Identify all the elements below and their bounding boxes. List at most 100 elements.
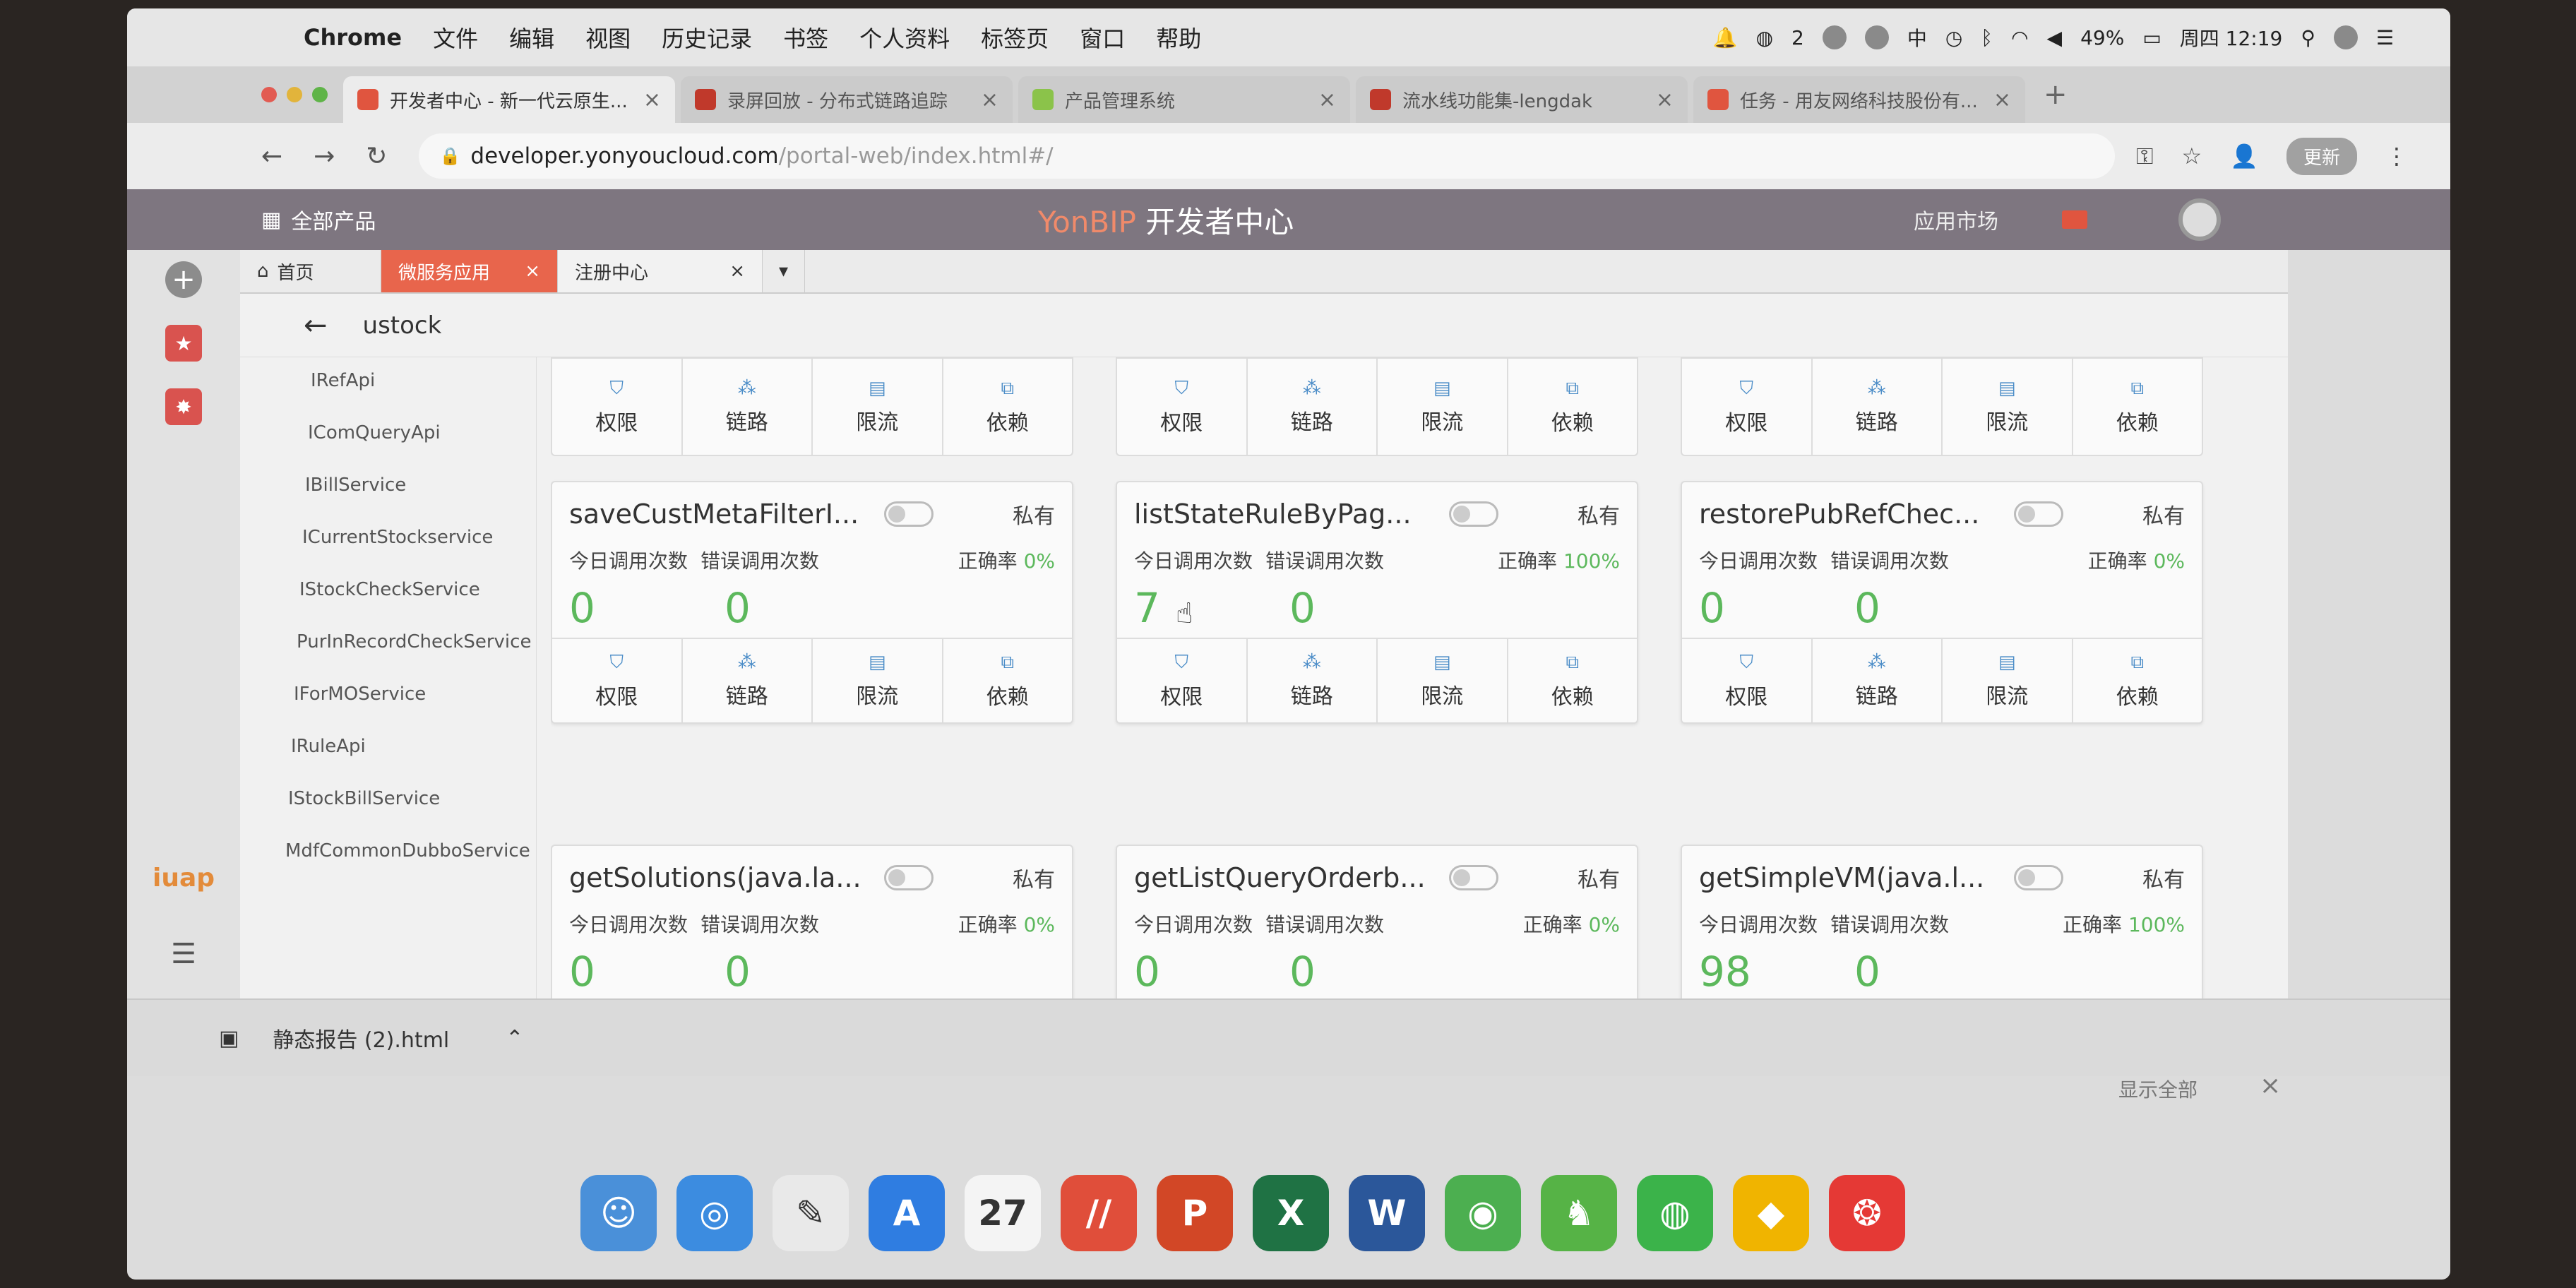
close-tab-icon[interactable]: × bbox=[643, 88, 661, 112]
chrome-icon[interactable]: ◉ bbox=[1445, 1175, 1521, 1251]
private-toggle[interactable] bbox=[1449, 501, 1498, 527]
menu-history[interactable]: 历史记录 bbox=[662, 21, 752, 54]
permission-button[interactable]: ⛉ 权限 bbox=[552, 359, 683, 455]
chevron-up-icon[interactable]: ⌃ bbox=[506, 1026, 523, 1051]
menu-bookmarks[interactable]: 书签 bbox=[783, 21, 828, 54]
app-market-link[interactable]: 应用市场 bbox=[1914, 204, 1998, 235]
address-bar[interactable]: 🔒 developer.yonyoucloud.com /portal-web/… bbox=[418, 133, 2116, 179]
ratelimit-button[interactable]: ▤ 限流 bbox=[1378, 639, 1508, 722]
browser-tab[interactable]: 流水线功能集-lengdak × bbox=[1356, 76, 1688, 123]
key-icon[interactable]: ⚿ bbox=[2136, 143, 2153, 170]
api-name[interactable]: getSolutions(java.la... bbox=[569, 862, 866, 893]
menu-help[interactable]: 帮助 bbox=[1156, 21, 1201, 54]
wechat-icon[interactable]: ◍ bbox=[1637, 1175, 1713, 1251]
close-tab-icon[interactable]: × bbox=[1993, 88, 2011, 112]
user-avatar[interactable] bbox=[2178, 198, 2221, 241]
excel-icon[interactable]: X bbox=[1253, 1175, 1329, 1251]
app-red-icon[interactable]: ❂ bbox=[1829, 1175, 1905, 1251]
dependency-button[interactable]: ⧉ 依赖 bbox=[1508, 639, 1638, 722]
close-downloads-icon[interactable]: × bbox=[2260, 1071, 2281, 1100]
api-name[interactable]: listStateRuleByPag... bbox=[1134, 499, 1431, 530]
back-arrow-icon[interactable]: ← bbox=[304, 309, 328, 342]
trace-button[interactable]: ⁂ 链路 bbox=[683, 639, 813, 722]
trace-button[interactable]: ⁂ 链路 bbox=[683, 359, 813, 455]
service-item[interactable]: PurInRecordCheckService bbox=[297, 631, 531, 652]
wechat-status-icon[interactable]: ◍ bbox=[1756, 26, 1773, 49]
new-tab-button[interactable]: + bbox=[2044, 78, 2068, 111]
finder-icon[interactable]: ☺ bbox=[580, 1175, 657, 1251]
download-item[interactable]: 静态报告 (2).html bbox=[273, 1022, 449, 1054]
star-icon[interactable]: ☆ bbox=[2181, 143, 2202, 169]
dependency-button[interactable]: ⧉ 依赖 bbox=[1508, 359, 1638, 455]
close-tab-icon[interactable]: × bbox=[981, 88, 998, 112]
bluetooth-icon[interactable]: ᛒ bbox=[1981, 26, 1993, 49]
close-tab-icon[interactable]: × bbox=[1656, 88, 1674, 112]
permission-button[interactable]: ⛉ 权限 bbox=[1682, 639, 1813, 722]
mic-icon[interactable] bbox=[1864, 25, 1889, 49]
menu-window[interactable]: 窗口 bbox=[1080, 21, 1125, 54]
private-toggle[interactable] bbox=[2014, 865, 2063, 890]
show-all-link[interactable]: 显示全部 bbox=[2118, 1075, 2198, 1103]
menu-profiles[interactable]: 个人资料 bbox=[859, 21, 950, 54]
app-store-icon[interactable]: A bbox=[869, 1175, 945, 1251]
close-tab-icon[interactable]: × bbox=[525, 261, 540, 282]
service-item[interactable]: MdfCommonDubboService bbox=[285, 840, 530, 861]
favorites-folder-icon[interactable]: ★ bbox=[165, 325, 202, 362]
flag-icon[interactable] bbox=[2062, 210, 2087, 229]
service-item[interactable]: IStockBillService bbox=[288, 788, 440, 809]
ratelimit-button[interactable]: ▤ 限流 bbox=[813, 639, 943, 722]
browser-tab[interactable]: 开发者中心 - 新一代云原生... × bbox=[343, 76, 675, 123]
menu-edit[interactable]: 编辑 bbox=[509, 21, 554, 54]
menu-file[interactable]: 文件 bbox=[433, 21, 478, 54]
dependency-button[interactable]: ⧉ 依赖 bbox=[943, 639, 1073, 722]
permission-button[interactable]: ⛉ 权限 bbox=[552, 639, 683, 722]
menu-icon[interactable]: ☰ bbox=[171, 938, 196, 970]
api-name[interactable]: restorePubRefChec... bbox=[1699, 499, 1996, 530]
profile-icon[interactable]: 👤 bbox=[2230, 143, 2258, 169]
battery-icon[interactable]: ▭ bbox=[2142, 26, 2161, 49]
forward-icon[interactable]: → bbox=[314, 142, 335, 171]
service-item[interactable]: IStockCheckService bbox=[299, 579, 480, 600]
zoom-window-icon[interactable] bbox=[312, 87, 328, 102]
ratelimit-button[interactable]: ▤ 限流 bbox=[1943, 639, 2073, 722]
permission-button[interactable]: ⛉ 权限 bbox=[1682, 359, 1813, 455]
avatar-icon[interactable] bbox=[2333, 25, 2358, 49]
menu-view[interactable]: 视图 bbox=[585, 21, 631, 54]
word-icon[interactable]: W bbox=[1349, 1175, 1425, 1251]
trace-button[interactable]: ⁂ 链路 bbox=[1813, 639, 1943, 722]
menu-tab[interactable]: 标签页 bbox=[981, 21, 1049, 54]
dependency-button[interactable]: ⧉ 依赖 bbox=[2073, 359, 2202, 455]
trace-button[interactable]: ⁂ 链路 bbox=[1813, 359, 1943, 455]
grid-icon[interactable]: ▦ bbox=[261, 208, 281, 232]
control-center-icon[interactable]: ☰ bbox=[2376, 26, 2394, 49]
reload-icon[interactable]: ↻ bbox=[366, 142, 387, 171]
update-button[interactable]: 更新 bbox=[2286, 137, 2357, 175]
close-tab-icon[interactable]: × bbox=[729, 261, 745, 282]
service-item[interactable]: IComQueryApi bbox=[308, 422, 441, 443]
notes-icon[interactable]: ✎ bbox=[773, 1175, 849, 1251]
clock[interactable]: 周四 12:19 bbox=[2180, 23, 2283, 52]
private-toggle[interactable] bbox=[884, 501, 934, 527]
wifi-icon[interactable]: ◠ bbox=[2011, 26, 2028, 49]
input-method[interactable]: 中 bbox=[1907, 23, 1927, 52]
status-icon[interactable] bbox=[1822, 25, 1847, 49]
calendar-icon[interactable]: 27 bbox=[965, 1175, 1041, 1251]
app-icon[interactable]: // bbox=[1061, 1175, 1137, 1251]
api-name[interactable]: getListQueryOrderb... bbox=[1134, 862, 1431, 893]
trace-button[interactable]: ⁂ 链路 bbox=[1248, 639, 1378, 722]
private-toggle[interactable] bbox=[1449, 865, 1498, 890]
private-toggle[interactable] bbox=[884, 865, 934, 890]
qq-icon[interactable]: ◆ bbox=[1733, 1175, 1809, 1251]
trace-button[interactable]: ⁂ 链路 bbox=[1248, 359, 1378, 455]
service-item[interactable]: IRuleApi bbox=[291, 736, 366, 757]
tabs-dropdown[interactable]: ▾ bbox=[763, 250, 805, 292]
service-item[interactable]: IRefApi bbox=[311, 370, 375, 391]
volume-icon[interactable]: ◀ bbox=[2047, 26, 2063, 49]
ratelimit-button[interactable]: ▤ 限流 bbox=[1378, 359, 1508, 455]
api-name[interactable]: getSimpleVM(java.l... bbox=[1699, 862, 1996, 893]
safari-icon[interactable]: ◎ bbox=[676, 1175, 753, 1251]
app-logo[interactable]: YonBIP 开发者中心 bbox=[1038, 198, 1294, 242]
close-tab-icon[interactable]: × bbox=[1318, 88, 1336, 112]
back-icon[interactable]: ← bbox=[261, 142, 282, 171]
browser-tab[interactable]: 产品管理系统 × bbox=[1018, 76, 1350, 123]
